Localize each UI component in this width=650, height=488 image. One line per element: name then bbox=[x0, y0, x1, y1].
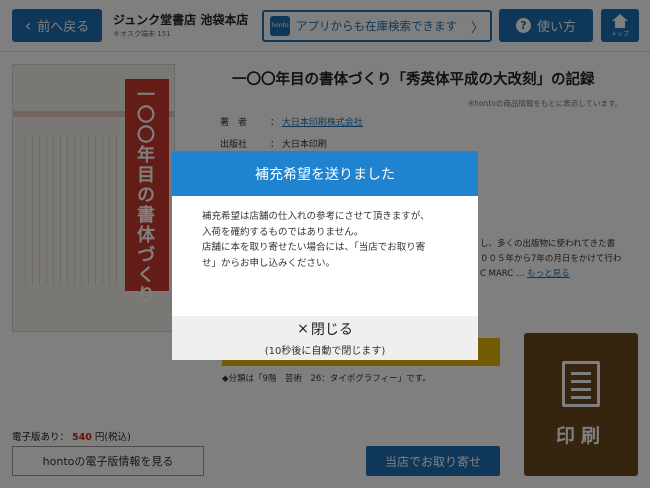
dialog-text-line: 補充希望は店舗の仕入れの参考にさせて頂きますが、 bbox=[202, 211, 430, 222]
dialog-body: 補充希望は店舗の仕入れの参考にさせて頂きますが、 入荷を確約するものではありませ… bbox=[172, 196, 478, 271]
close-button-label: × 閉じる bbox=[297, 319, 353, 339]
request-sent-dialog: 補充希望を送りました 補充希望は店舗の仕入れの参考にさせて頂きますが、 入荷を確… bbox=[172, 151, 478, 360]
dialog-text-line: 入荷を確約するものではありません。 bbox=[202, 226, 364, 238]
auto-close-note: (10秒後に自動で閉じます) bbox=[264, 346, 386, 357]
close-icon: × bbox=[297, 321, 309, 337]
dialog-text-line: せ」からお申し込みください。 bbox=[202, 257, 336, 269]
dialog-title: 補充希望を送りました bbox=[172, 151, 478, 196]
close-text: 閉じる bbox=[310, 322, 353, 338]
dialog-text-line: 店舗に本を取り寄せたい場合には、「当店でお取り寄 bbox=[202, 242, 426, 253]
close-button[interactable]: × 閉じる (10秒後に自動で閉じます) bbox=[172, 316, 478, 360]
